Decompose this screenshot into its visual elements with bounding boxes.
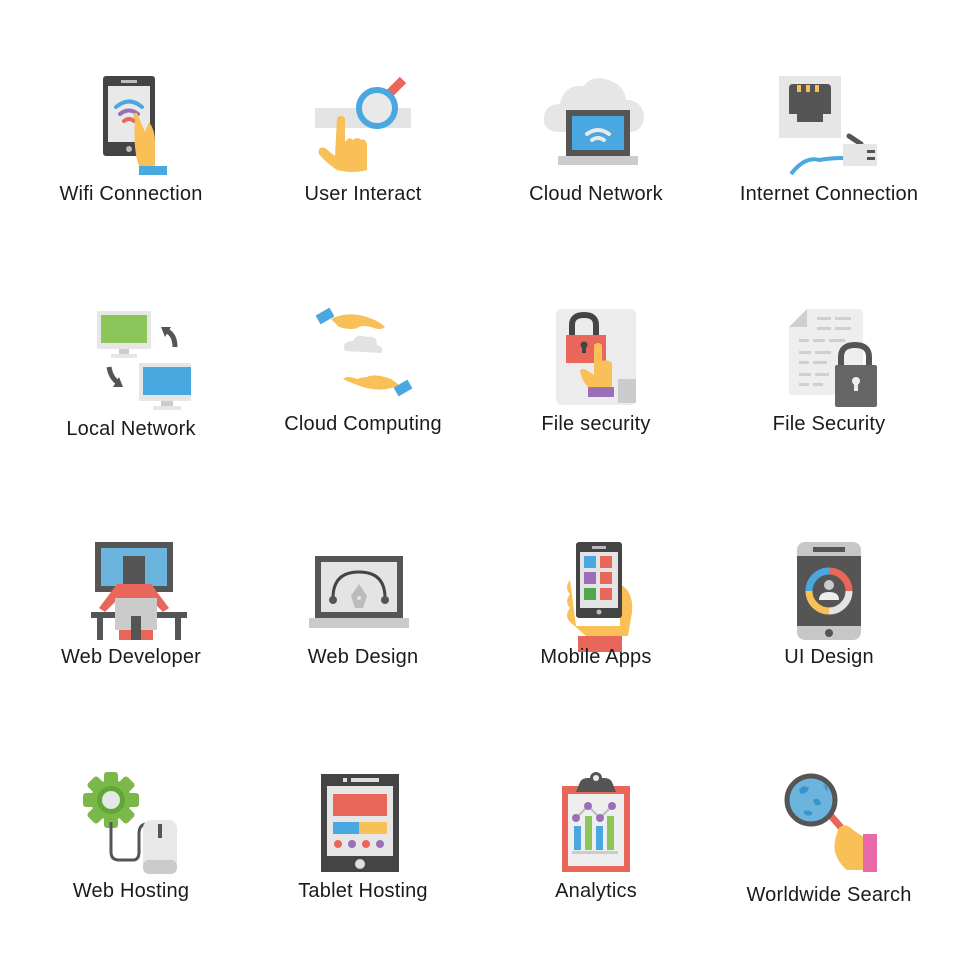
icon-label: Internet Connection (739, 183, 919, 205)
icon-tile-internet-connection: Internet Connection (714, 70, 944, 270)
icon-tile-web-hosting: Web Hosting (16, 772, 246, 972)
icon-label: Local Network (66, 418, 196, 440)
icon-tile-web-design: Web Design (248, 538, 478, 738)
cloud-network-icon (543, 78, 644, 165)
icon-label: Worldwide Search (746, 884, 912, 906)
icon-label: Mobile Apps (540, 646, 652, 668)
icon-tile-mobile-apps: Mobile Apps (481, 538, 711, 738)
icon-tile-cloud-computing: Cloud Computing (248, 305, 478, 505)
icon-label: Web Developer (60, 646, 202, 668)
icon-tile-file-security-touch: File security (481, 305, 711, 505)
ui-design-icon (797, 542, 861, 640)
icon-label: Cloud Computing (284, 413, 442, 435)
icon-tile-worldwide-search: Worldwide Search (714, 772, 944, 972)
icon-label: Tablet Hosting (298, 880, 428, 902)
web-hosting-icon (83, 772, 177, 874)
mobile-apps-icon (567, 542, 633, 652)
icon-label: Cloud Network (529, 183, 663, 205)
icon-tile-tablet-hosting: Tablet Hosting (248, 772, 478, 972)
icon-label: Wifi Connection (59, 183, 203, 205)
web-developer-icon (91, 542, 187, 640)
icon-label: Web Design (307, 646, 419, 668)
wifi-phone-icon (103, 76, 167, 175)
icon-tile-cloud-network: Cloud Network (481, 70, 711, 270)
tablet-hosting-icon (321, 774, 399, 872)
icon-tile-local-network: Local Network (16, 305, 246, 505)
icon-label: Web Hosting (72, 880, 190, 902)
local-network-icon (97, 311, 191, 410)
icon-tile-web-developer: Web Developer (16, 538, 246, 738)
ethernet-icon (779, 76, 877, 176)
icon-tile-ui-design: UI Design (714, 538, 944, 738)
analytics-clipboard-icon (562, 772, 630, 872)
web-design-icon (309, 556, 409, 628)
cloud-hands-icon (315, 307, 413, 397)
icon-tile-file-security-document: File Security (714, 305, 944, 505)
icon-tile-user-interact: User Interact (248, 70, 478, 270)
file-lock-touch-icon (556, 309, 636, 405)
icon-label: File security (541, 413, 651, 435)
icon-label: User Interact (304, 183, 422, 205)
globe-search-icon (784, 773, 877, 872)
icon-label: Analytics (555, 880, 637, 902)
user-interact-icon (315, 76, 411, 172)
icon-label: UI Design (784, 646, 874, 668)
document-lock-icon (789, 309, 877, 407)
icon-tile-analytics: Analytics (481, 772, 711, 972)
icon-tile-wifi-connection: Wifi Connection (16, 70, 246, 270)
icon-label: File Security (772, 413, 886, 435)
